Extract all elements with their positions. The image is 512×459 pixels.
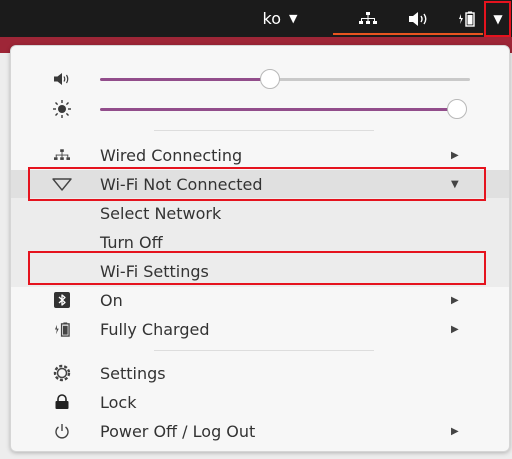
- turn-off-label: Turn Off: [100, 232, 163, 252]
- select-network-item[interactable]: Select Network: [11, 199, 509, 227]
- settings-label: Settings: [100, 363, 166, 383]
- menu-separator: [154, 130, 374, 131]
- power-off-item[interactable]: Power Off / Log Out ▶: [11, 417, 509, 445]
- top-bar: ko ▼ ▼: [0, 0, 512, 37]
- system-menu-popup: Wired Connecting ▶ Wi-Fi Not Connected ▼…: [10, 45, 510, 452]
- volume-slider-row: [11, 67, 509, 91]
- highlight-box-wifi-settings: [28, 251, 486, 285]
- chevron-right-icon: ▶: [451, 294, 459, 306]
- input-language-indicator[interactable]: ko ▼: [250, 0, 310, 37]
- active-indicator: [333, 33, 483, 35]
- brightness-slider-fill: [100, 108, 462, 111]
- volume-icon[interactable]: [404, 0, 434, 37]
- highlight-box-wifi: [28, 167, 486, 201]
- chevron-right-icon: ▶: [451, 425, 459, 437]
- lock-item[interactable]: Lock: [11, 388, 509, 416]
- brightness-slider-row: [11, 97, 509, 121]
- power-status-label: Fully Charged: [100, 319, 210, 339]
- volume-slider-track[interactable]: [270, 78, 470, 81]
- network-wired-icon[interactable]: [355, 0, 381, 37]
- bluetooth-item[interactable]: On ▶: [11, 286, 509, 314]
- settings-gear-icon: [51, 359, 73, 387]
- wired-connection-label: Wired Connecting: [100, 145, 243, 165]
- brightness-sun-icon: [51, 97, 73, 121]
- power-off-label: Power Off / Log Out: [100, 421, 256, 441]
- bluetooth-icon: [51, 286, 73, 314]
- lock-icon: [51, 388, 73, 416]
- speaker-icon: [51, 67, 73, 91]
- power-status-item[interactable]: Fully Charged ▶: [11, 315, 509, 343]
- language-label: ko: [262, 9, 281, 28]
- power-icon: [51, 417, 73, 445]
- lock-label: Lock: [100, 392, 137, 412]
- bluetooth-label: On: [100, 290, 123, 310]
- highlight-box-system-menu: [484, 1, 511, 37]
- battery-charging-icon[interactable]: [454, 0, 480, 37]
- wired-connection-item[interactable]: Wired Connecting ▶: [11, 141, 509, 169]
- network-wired-icon: [51, 141, 73, 169]
- chevron-right-icon: ▶: [451, 323, 459, 335]
- settings-item[interactable]: Settings: [11, 359, 509, 387]
- volume-slider-handle[interactable]: [260, 69, 280, 89]
- brightness-slider-handle[interactable]: [447, 99, 467, 119]
- chevron-down-icon: ▼: [289, 12, 298, 25]
- chevron-right-icon: ▶: [451, 149, 459, 161]
- menu-separator: [154, 350, 374, 351]
- battery-charging-icon: [51, 315, 73, 343]
- select-network-label: Select Network: [100, 203, 222, 223]
- volume-slider-fill: [100, 78, 270, 81]
